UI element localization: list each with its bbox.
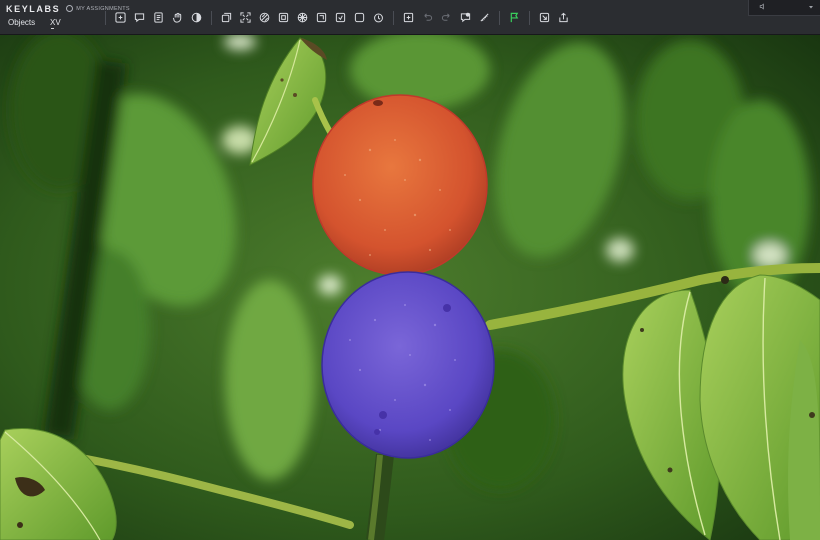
undo-icon [424,13,433,21]
brand-area: KEYLABS MY ASSIGNMENTS Objects XV [0,0,130,34]
document-button[interactable] [150,7,168,29]
copy-icon [221,12,232,23]
grid-button[interactable] [275,7,293,29]
timer-button[interactable] [370,7,388,29]
pan-button[interactable] [169,7,187,29]
redo-button[interactable] [438,7,456,29]
layers-icon [316,12,327,23]
flag-icon [510,12,519,23]
ruler-button[interactable] [476,7,494,29]
divider [211,10,212,25]
copy-button[interactable] [218,7,236,29]
frame-button[interactable] [351,7,369,29]
crosshair-icon [403,12,414,23]
document-icon [154,12,163,23]
chevron-down-icon[interactable] [808,4,814,12]
layers-icon [335,12,346,23]
frame-icon [354,12,365,23]
image-canvas[interactable] [0,35,820,540]
my-assignments-label: MY ASSIGNMENTS [76,5,130,12]
assignments-icon [66,5,74,12]
tab-xv-indicator [51,28,54,29]
ai-assist-icon [460,12,471,23]
export-button[interactable] [536,7,554,29]
contrast-icon [191,12,202,23]
app-logo: KEYLABS [6,3,61,14]
share-button[interactable] [555,7,573,29]
ruler-icon [480,13,489,22]
photo-scene [0,35,820,540]
export-icon [539,12,550,23]
expand-button[interactable] [237,7,255,29]
undo-button[interactable] [419,7,437,29]
grid-icon [278,12,289,23]
pattern-button[interactable] [294,7,312,29]
brush-icon [259,12,270,23]
annotation-fruit-top[interactable] [312,94,488,276]
tab-xv-label: XV [50,18,61,27]
my-assignments-link[interactable]: MY ASSIGNMENTS [66,5,130,12]
divider [499,10,500,25]
mask-button[interactable] [332,7,350,29]
flag-button[interactable] [506,7,524,29]
share-icon [559,12,568,23]
pan-hand-icon [172,12,182,23]
crosshair-button[interactable] [400,7,418,29]
toolbar: KEYLABS MY ASSIGNMENTS Objects XV [0,0,820,35]
divider [393,10,394,25]
redo-icon [441,13,450,21]
tab-xv[interactable]: XV [50,18,61,29]
divider [529,10,530,25]
divider [105,10,106,25]
session-controls[interactable] [748,0,820,16]
comment-icon [134,13,145,23]
annotation-fruit-bottom[interactable] [321,271,495,459]
timer-icon [374,13,383,23]
layers-button[interactable] [313,7,331,29]
tab-objects[interactable]: Objects [6,18,50,27]
create-object-icon [115,12,126,23]
pattern-icon [297,12,308,23]
volume-icon[interactable] [759,3,766,12]
brush-button[interactable] [256,7,274,29]
contrast-button[interactable] [188,7,206,29]
expand-icon [240,12,251,23]
comment-button[interactable] [131,7,149,29]
ai-assist-button[interactable] [457,7,475,29]
tool-strip [100,0,573,35]
